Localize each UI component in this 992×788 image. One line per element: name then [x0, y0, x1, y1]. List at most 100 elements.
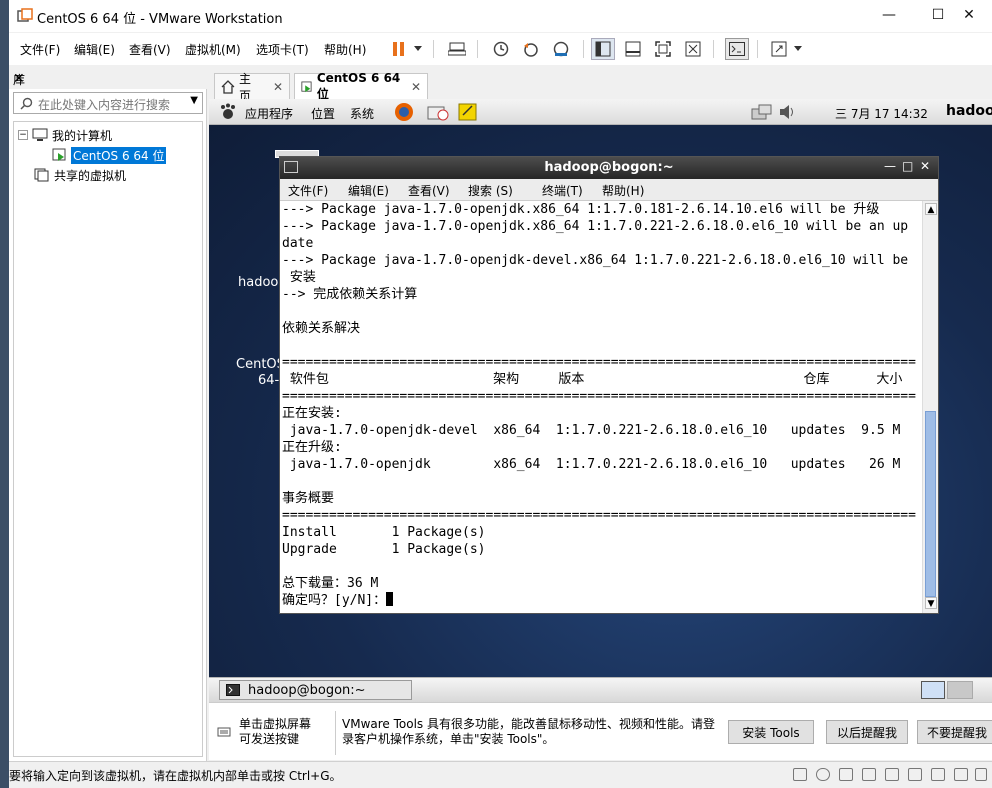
never-remind-button[interactable]: 不要提醒我	[917, 720, 992, 744]
close-button[interactable]: ✕	[946, 0, 992, 32]
background-desktop-strip	[0, 0, 9, 788]
tools-message: VMware Tools 具有很多功能，能改善鼠标移动性、视频和性能。请登录客户…	[342, 717, 715, 746]
tab-close-icon[interactable]: ✕	[273, 80, 283, 94]
firefox-icon[interactable]	[394, 102, 414, 122]
tree-item-shared[interactable]: 共享的虚拟机	[34, 166, 126, 184]
menu-tabs[interactable]: 选项卡(T)	[256, 41, 309, 58]
guest-user[interactable]: hadoo	[946, 103, 992, 119]
menu-vm[interactable]: 虚拟机(M)	[185, 41, 241, 58]
tab-close-icon[interactable]: ✕	[411, 80, 421, 94]
toolbar-separator	[757, 40, 758, 58]
stretch-icon[interactable]	[767, 38, 791, 60]
network-icon[interactable]	[751, 103, 773, 121]
unity-icon[interactable]	[681, 38, 705, 60]
display-icon[interactable]	[931, 768, 945, 781]
tree-item-centos[interactable]: CentOS 6 64 位	[52, 146, 167, 164]
click-hint: 单击虚拟屏幕 可发送按键	[239, 717, 312, 746]
vm-console[interactable]: 应用程序 位置 系统 三 7月 17 14:32 hadoo hadoo Cen…	[209, 99, 992, 677]
shared-vm-icon	[34, 168, 49, 182]
remind-later-button[interactable]: 以后提醒我	[826, 720, 908, 744]
terminal-cursor	[386, 592, 394, 606]
terminal-window[interactable]: hadoop@bogon:~ — □ ✕ 文件(F) 编辑(E) 查看(V) 搜…	[279, 156, 939, 614]
message-log-icon[interactable]	[975, 768, 987, 781]
terminal-line: ========================================…	[282, 389, 916, 404]
tab-strip: 主页 ✕ CentOS 6 64 位 ✕	[210, 67, 992, 103]
terminal-line: ---> Package java-1.7.0-openjdk.x86_64 1…	[282, 202, 880, 217]
terminal-line: Upgrade 1 Package(s)	[282, 542, 486, 557]
network-adapter-icon[interactable]	[839, 768, 853, 781]
scrollbar-thumb[interactable]	[925, 411, 936, 597]
show-library-icon[interactable]	[591, 38, 615, 60]
menu-help[interactable]: 帮助(H)	[324, 41, 366, 58]
terminal-menu-search[interactable]: 搜索 (S)	[468, 182, 513, 199]
library-tree: − 我的计算机 CentOS 6 64 位 共享的虚拟机	[13, 121, 203, 757]
terminal-line: --> 完成依赖关系计算	[282, 287, 418, 302]
volume-icon[interactable]	[779, 104, 795, 120]
snapshot-icon[interactable]	[489, 38, 513, 60]
menu-file[interactable]: 文件(F)	[20, 41, 60, 58]
revert-snapshot-icon[interactable]	[519, 38, 543, 60]
guest-menu-places[interactable]: 位置	[311, 105, 335, 122]
terminal-menu-terminal[interactable]: 终端(T)	[542, 182, 583, 199]
minimize-button[interactable]: —	[866, 0, 912, 32]
terminal-scrollbar[interactable]: ▲ ▼	[922, 201, 938, 613]
library-search-input[interactable]: 在此处键入内容进行搜索 ▼	[13, 92, 203, 114]
scroll-up-icon[interactable]: ▲	[925, 203, 937, 215]
thumbnail-bar-icon[interactable]	[621, 38, 645, 60]
usb-icon[interactable]	[885, 768, 899, 781]
fullscreen-icon[interactable]	[651, 38, 675, 60]
sound-card-icon[interactable]	[908, 768, 922, 781]
console-view-icon[interactable]	[725, 38, 749, 60]
guest-menu-applications[interactable]: 应用程序	[245, 105, 293, 122]
pause-icon[interactable]	[387, 38, 411, 60]
vmware-window: CentOS 6 64 位 - VMware Workstation — ☐ ✕…	[9, 0, 992, 788]
guest-clock[interactable]: 三 7月 17 14:32	[835, 105, 928, 122]
notification-separator	[335, 711, 336, 755]
cd-dvd-icon[interactable]	[816, 768, 830, 781]
terminal-menu-file[interactable]: 文件(F)	[288, 182, 328, 199]
terminal-maximize-icon[interactable]: □	[902, 159, 913, 173]
menu-view[interactable]: 查看(V)	[129, 41, 171, 58]
terminal-prompt: 确定吗？[y/N]：	[282, 593, 387, 608]
tab-home[interactable]: 主页 ✕	[214, 72, 290, 103]
chevron-down-icon[interactable]	[791, 38, 805, 60]
tree-item-my-computer[interactable]: − 我的计算机	[18, 126, 112, 144]
chevron-down-icon[interactable]: ▼	[190, 95, 198, 106]
computer-icon	[32, 128, 48, 141]
gnome-foot-icon[interactable]	[219, 103, 237, 121]
hard-disk-icon[interactable]	[793, 768, 807, 781]
terminal-minimize-icon[interactable]: —	[884, 159, 896, 173]
collapse-toggle-icon[interactable]: −	[18, 130, 28, 140]
scroll-down-icon[interactable]: ▼	[925, 597, 937, 609]
menu-edit[interactable]: 编辑(E)	[74, 41, 115, 58]
toolbar-separator	[477, 40, 478, 58]
notes-icon[interactable]	[458, 102, 478, 122]
chevron-down-icon[interactable]	[411, 38, 425, 60]
terminal-prompt-line[interactable]: 确定吗？[y/N]：	[282, 592, 922, 609]
window-title: CentOS 6 64 位 - VMware Workstation	[37, 12, 283, 27]
terminal-menu-edit[interactable]: 编辑(E)	[348, 182, 389, 199]
terminal-line: 软件包 架构 版本 仓库 大小	[282, 372, 903, 387]
terminal-line: 安装	[282, 270, 316, 285]
guest-task-terminal[interactable]: hadoop@bogon:~	[219, 680, 412, 700]
guest-menu-system[interactable]: 系统	[350, 105, 374, 122]
terminal-title-bar[interactable]: hadoop@bogon:~ — □ ✕	[280, 157, 938, 179]
terminal-menu-view[interactable]: 查看(V)	[408, 182, 450, 199]
snapshot-manager-icon[interactable]	[549, 38, 573, 60]
terminal-menu-help[interactable]: 帮助(H)	[602, 182, 644, 199]
tab-centos[interactable]: CentOS 6 64 位 ✕	[294, 71, 428, 101]
terminal-output[interactable]: ---> Package java-1.7.0-openjdk.x86_64 1…	[280, 201, 922, 613]
workspace-1[interactable]	[921, 681, 945, 699]
mail-clock-icon[interactable]	[427, 102, 449, 122]
terminal-close-icon[interactable]: ✕	[920, 159, 930, 173]
printer-icon[interactable]	[862, 768, 876, 781]
install-tools-button[interactable]: 安装 Tools	[728, 720, 814, 744]
workspace-2[interactable]	[947, 681, 973, 699]
send-keys-icon[interactable]	[445, 38, 469, 60]
camera-icon[interactable]	[954, 768, 968, 781]
library-close-icon[interactable]: ✕	[13, 71, 201, 87]
library-header: 库 ✕	[9, 67, 207, 89]
